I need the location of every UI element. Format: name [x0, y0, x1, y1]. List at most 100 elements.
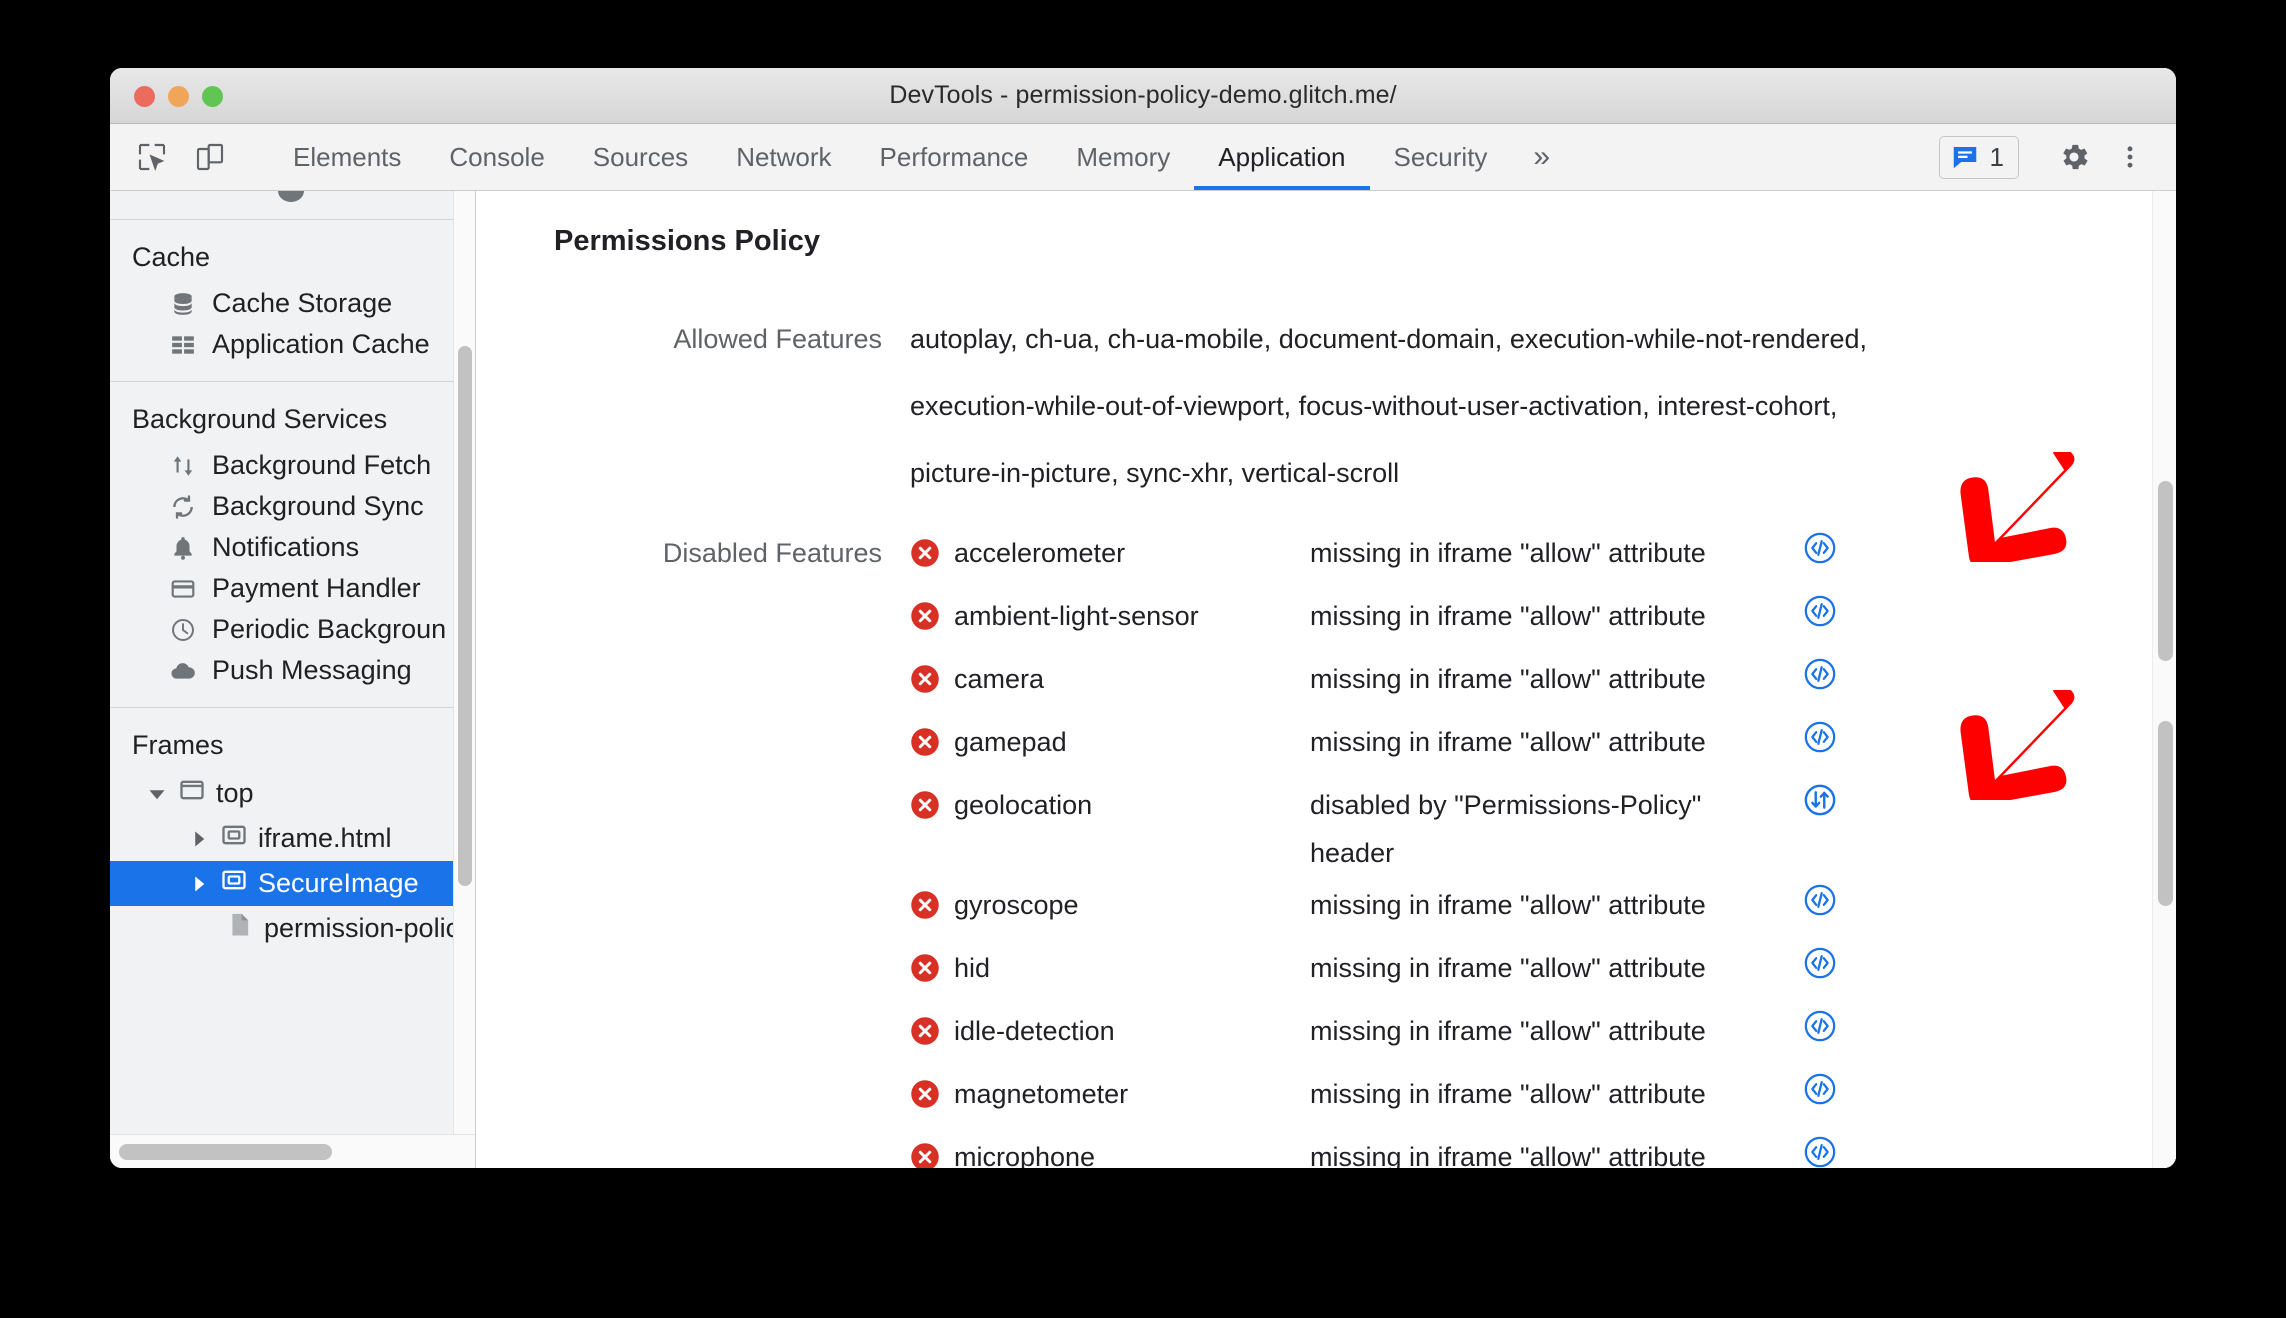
sidebar-item-notifications[interactable]: Notifications	[110, 527, 475, 568]
devtools-toolbar: Elements Console Sources Network Perform…	[110, 124, 2176, 191]
feature-reason: missing in iframe "allow" attribute	[1310, 1016, 1706, 1046]
disabled-feature-row: hid missing in iframe "allow" attribute	[910, 944, 1850, 1007]
chevron-right-icon[interactable]	[188, 828, 210, 850]
sidebar-item-label: Application Cache	[212, 329, 430, 359]
disabled-feature-row: idle-detection missing in iframe "allow"…	[910, 1007, 1850, 1070]
tab-performance[interactable]: Performance	[856, 124, 1053, 190]
disabled-feature-row: camera missing in iframe "allow" attribu…	[910, 655, 1850, 718]
sidebar-vertical-scrollbar[interactable]	[453, 191, 475, 1134]
more-vertical-icon[interactable]	[2104, 131, 2156, 183]
feature-reason: missing in iframe "allow" attribute	[1310, 601, 1706, 631]
sidebar-item-payment-handler[interactable]: Payment Handler	[110, 568, 475, 609]
sidebar-item-background-sync[interactable]: Background Sync	[110, 486, 475, 527]
inspect-element-icon[interactable]	[126, 131, 178, 183]
sidebar-item-push-messaging[interactable]: Push Messaging	[110, 650, 475, 691]
feature-name-cell: geolocation	[910, 781, 1310, 829]
main-scrollbar-thumb-lower[interactable]	[2158, 721, 2173, 906]
maximize-window-button[interactable]	[202, 85, 223, 107]
sidebar-item-label: Background Sync	[212, 491, 424, 521]
devtools-window: DevTools - permission-policy-demo.glitch…	[110, 68, 2176, 1168]
main-vertical-scrollbar[interactable]	[2152, 191, 2176, 1168]
error-circle-x-icon	[911, 954, 939, 982]
device-toolbar-icon[interactable]	[184, 131, 236, 183]
feature-reason: missing in iframe "allow" attribute	[1310, 953, 1706, 983]
tab-memory[interactable]: Memory	[1052, 124, 1194, 190]
code-brackets-icon[interactable]	[1790, 529, 1850, 565]
tab-elements[interactable]: Elements	[269, 124, 425, 190]
sidebar-group-cache: Cache Cache Storage Application Cache	[110, 219, 475, 381]
disabled-feature-row: microphone missing in iframe "allow" att…	[910, 1133, 1850, 1168]
chevron-down-icon[interactable]	[146, 783, 168, 805]
tab-security[interactable]: Security	[1370, 124, 1512, 190]
error-circle-x-icon	[911, 891, 939, 919]
sidebar-vertical-scrollbar-thumb[interactable]	[458, 346, 472, 886]
allowed-features-value: autoplay, ch-ua, ch-ua-mobile, document-…	[910, 306, 1867, 507]
allowed-features-label: Allowed Features	[673, 324, 882, 354]
console-message-count: 1	[1989, 141, 2004, 172]
frame-tree-item-secureimage[interactable]: SecureImage	[110, 861, 475, 906]
frame-label: top	[216, 778, 254, 808]
sidebar-horizontal-scrollbar-thumb[interactable]	[119, 1144, 332, 1160]
database-icon	[168, 289, 198, 319]
feature-reason: disabled by "Permissions-Policy"	[1310, 790, 1702, 820]
feature-name-cell: microphone	[910, 1133, 1310, 1168]
code-brackets-icon[interactable]	[1790, 1007, 1850, 1043]
sidebar-item-cache-storage[interactable]: Cache Storage	[110, 283, 475, 324]
cloud-icon	[168, 656, 198, 686]
frame-tree-item-permission-policy[interactable]: permission-policy	[110, 906, 475, 951]
code-brackets-icon[interactable]	[1790, 1133, 1850, 1168]
frame-tree-item-top[interactable]: top	[110, 771, 475, 816]
main-scrollbar-thumb-upper[interactable]	[2158, 481, 2173, 661]
gear-icon[interactable]	[2048, 131, 2100, 183]
sidebar-scroll-area: Cache Cache Storage Application Cache Ba…	[110, 191, 475, 1134]
allowed-features-line: picture-in-picture, sync-xhr, vertical-s…	[910, 458, 1400, 488]
chevron-right-icon[interactable]	[188, 873, 210, 895]
feature-name-cell: ambient-light-sensor	[910, 592, 1310, 640]
up-down-arrows-icon	[168, 451, 198, 481]
error-circle-x-icon	[911, 728, 939, 756]
code-brackets-icon[interactable]	[1790, 944, 1850, 980]
feature-name: hid	[954, 953, 991, 983]
toolbar-right-icons: 1	[1938, 124, 2176, 190]
tab-sources[interactable]: Sources	[569, 124, 712, 190]
sidebar-item-label: Notifications	[212, 532, 360, 562]
tab-application[interactable]: Application	[1194, 124, 1370, 190]
sidebar-item-label: Payment Handler	[212, 573, 421, 603]
disabled-feature-row: ambient-light-sensor missing in iframe "…	[910, 592, 1850, 655]
sidebar-item-background-fetch[interactable]: Background Fetch	[110, 445, 475, 486]
feature-name: accelerometer	[954, 538, 1126, 568]
feature-reason-cell: disabled by "Permissions-Policy" header	[1310, 781, 1790, 877]
network-request-icon[interactable]	[1790, 781, 1850, 817]
sidebar-item-application-cache[interactable]: Application Cache	[110, 324, 475, 365]
frame-label: iframe.html	[258, 823, 392, 853]
code-brackets-icon[interactable]	[1790, 1070, 1850, 1106]
error-circle-x-icon	[911, 791, 939, 819]
sidebar-item-periodic-background-sync[interactable]: Periodic Backgroun	[110, 609, 475, 650]
sidebar-group-background-services: Background Services Background Fetch Bac…	[110, 381, 475, 707]
close-window-button[interactable]	[134, 85, 155, 107]
sidebar-item-label: Cache Storage	[212, 288, 393, 318]
tab-console[interactable]: Console	[425, 124, 568, 190]
code-brackets-icon[interactable]	[1790, 655, 1850, 691]
error-circle-x-icon	[911, 665, 939, 693]
cut-off-icon	[278, 191, 304, 202]
more-tabs-chevron-icon[interactable]: »	[1511, 124, 1570, 190]
feature-name: gyroscope	[954, 890, 1079, 920]
code-brackets-icon[interactable]	[1790, 592, 1850, 628]
error-circle-x-icon	[911, 539, 939, 567]
feature-reason-continued: header	[1310, 838, 1395, 868]
code-brackets-icon[interactable]	[1790, 881, 1850, 917]
minimize-window-button[interactable]	[168, 85, 189, 107]
bell-icon	[168, 533, 198, 563]
tab-network[interactable]: Network	[712, 124, 855, 190]
error-circle-x-icon	[911, 1080, 939, 1108]
console-messages-badge[interactable]: 1	[1938, 135, 2019, 179]
frame-tree-item-iframe-html[interactable]: iframe.html	[110, 816, 475, 861]
sidebar-group-title-cache: Cache	[132, 242, 211, 272]
window-title: DevTools - permission-policy-demo.glitch…	[889, 81, 1397, 109]
frame-label: SecureImage	[258, 868, 419, 898]
message-bubble-icon	[1953, 147, 1976, 169]
sidebar-horizontal-scrollbar[interactable]	[110, 1134, 475, 1168]
page-title: Permissions Policy	[554, 225, 820, 257]
code-brackets-icon[interactable]	[1790, 718, 1850, 754]
